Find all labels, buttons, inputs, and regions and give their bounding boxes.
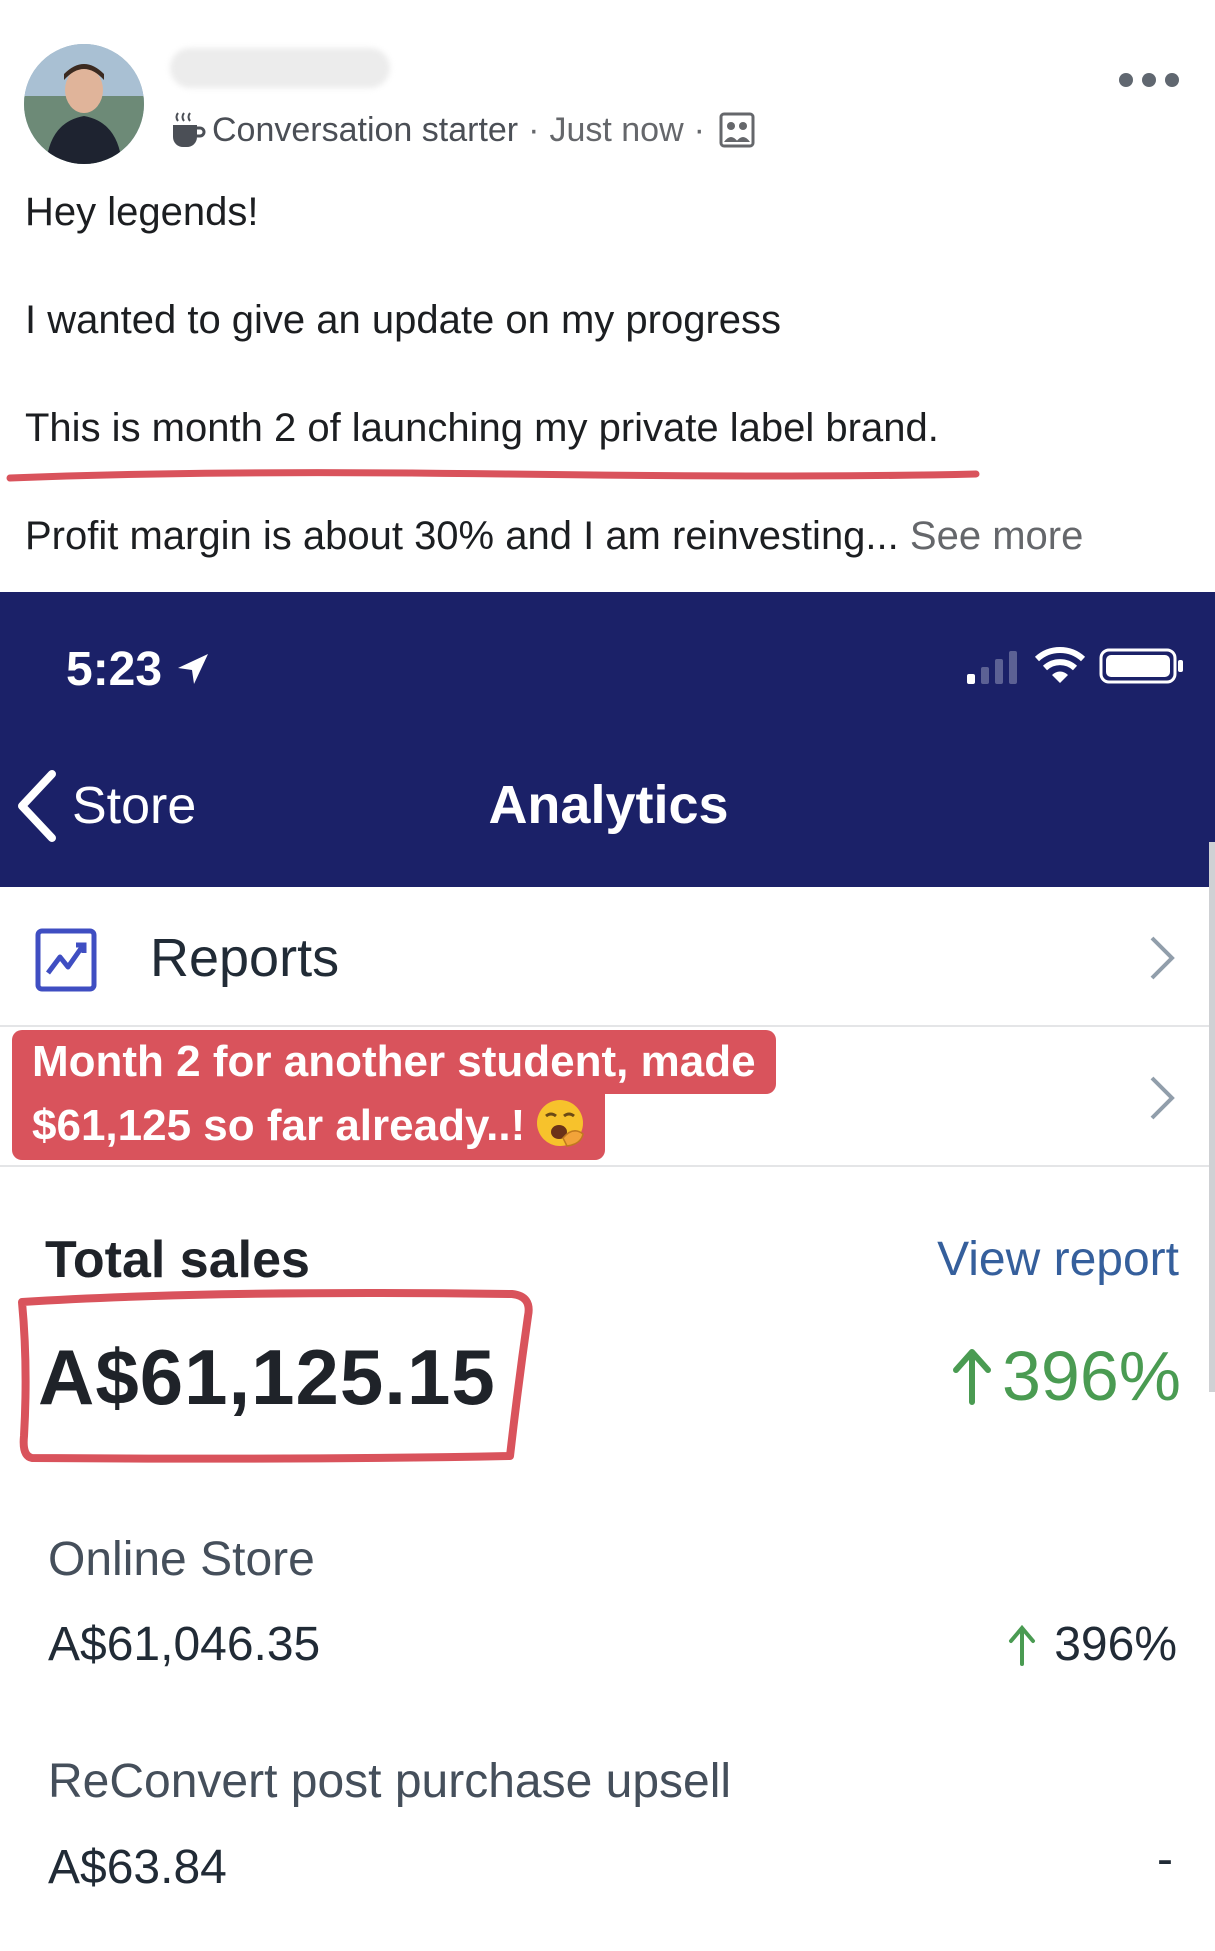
arrow-up-icon bbox=[952, 1349, 991, 1405]
reconvert-value: A$63.84 bbox=[48, 1841, 227, 1894]
post-header: Conversation starter · Just now · bbox=[0, 0, 1215, 170]
reconvert-label: ReConvert post purchase upsell bbox=[48, 1755, 732, 1808]
status-time-text: 5:23 bbox=[66, 643, 163, 696]
total-sales-change: 396% bbox=[952, 1336, 1181, 1416]
meta-separator: · bbox=[528, 110, 540, 149]
post-line-4-text: Profit margin is about 30% and I am rein… bbox=[25, 514, 899, 558]
screen-title: Analytics bbox=[488, 775, 729, 835]
status-bar-icons bbox=[967, 646, 1185, 686]
post-line-2: I wanted to give an update on my progres… bbox=[25, 298, 782, 342]
location-arrow-icon bbox=[178, 653, 209, 684]
red-underline-annotation bbox=[6, 469, 980, 482]
online-store-change-text: 396% bbox=[1054, 1618, 1177, 1671]
avatar-photo bbox=[24, 44, 144, 164]
group-audience-icon bbox=[719, 112, 755, 148]
red-box-annotation bbox=[18, 1289, 533, 1463]
arrow-up-icon bbox=[1009, 1624, 1036, 1666]
online-store-label: Online Store bbox=[48, 1533, 315, 1586]
post-time[interactable]: Just now bbox=[549, 111, 683, 150]
battery-icon bbox=[1099, 648, 1183, 684]
post-line-3: This is month 2 of launching my private … bbox=[25, 406, 939, 450]
see-more-link[interactable]: See more bbox=[910, 514, 1083, 558]
post-meta: Conversation starter · Just now · bbox=[170, 108, 755, 152]
more-options-icon[interactable] bbox=[1119, 70, 1179, 90]
caption-line-2: $61,125 so far already..! bbox=[12, 1094, 606, 1160]
online-store-change: 396% bbox=[1008, 1617, 1177, 1672]
reports-chart-icon bbox=[35, 928, 97, 992]
post-line-1: Hey legends! bbox=[25, 190, 259, 234]
reconvert-change: - bbox=[1157, 1833, 1173, 1886]
scrollbar[interactable] bbox=[1209, 842, 1215, 1392]
author-name-redacted bbox=[170, 48, 390, 88]
reports-row[interactable]: Reports bbox=[0, 887, 1215, 1027]
post-line-4: Profit margin is about 30% and I am rein… bbox=[25, 512, 1195, 560]
meta-separator: · bbox=[693, 110, 705, 149]
caption-line-1: Month 2 for another student, made bbox=[12, 1030, 776, 1094]
cellular-signal-icon bbox=[967, 651, 1017, 684]
chevron-right-icon bbox=[1150, 936, 1175, 980]
reports-label: Reports bbox=[150, 928, 340, 988]
conversation-starter-badge: Conversation starter bbox=[170, 111, 518, 150]
total-change-text: 396% bbox=[1001, 1337, 1181, 1415]
yawning-face-emoji-icon bbox=[537, 1100, 585, 1147]
caption-line-2-text: $61,125 so far already..! bbox=[32, 1101, 526, 1150]
online-store-value: A$61,046.35 bbox=[48, 1618, 321, 1671]
coffee-cup-icon bbox=[173, 112, 206, 147]
total-sales-label: Total sales bbox=[45, 1231, 310, 1289]
badge-label: Conversation starter bbox=[212, 110, 519, 149]
app-navbar: 5:23 Store Analytics bbox=[0, 592, 1215, 887]
view-report-link[interactable]: View report bbox=[937, 1232, 1179, 1287]
author-avatar[interactable] bbox=[24, 44, 144, 164]
chevron-right-icon bbox=[1150, 1076, 1175, 1120]
overlay-caption: Month 2 for another student, made $61,12… bbox=[12, 1030, 776, 1160]
analytics-screenshot: 5:23 Store Analytics Reports Month 2 for… bbox=[0, 592, 1215, 1951]
wifi-icon bbox=[1035, 647, 1085, 683]
status-bar-time: 5:23 bbox=[66, 642, 212, 697]
